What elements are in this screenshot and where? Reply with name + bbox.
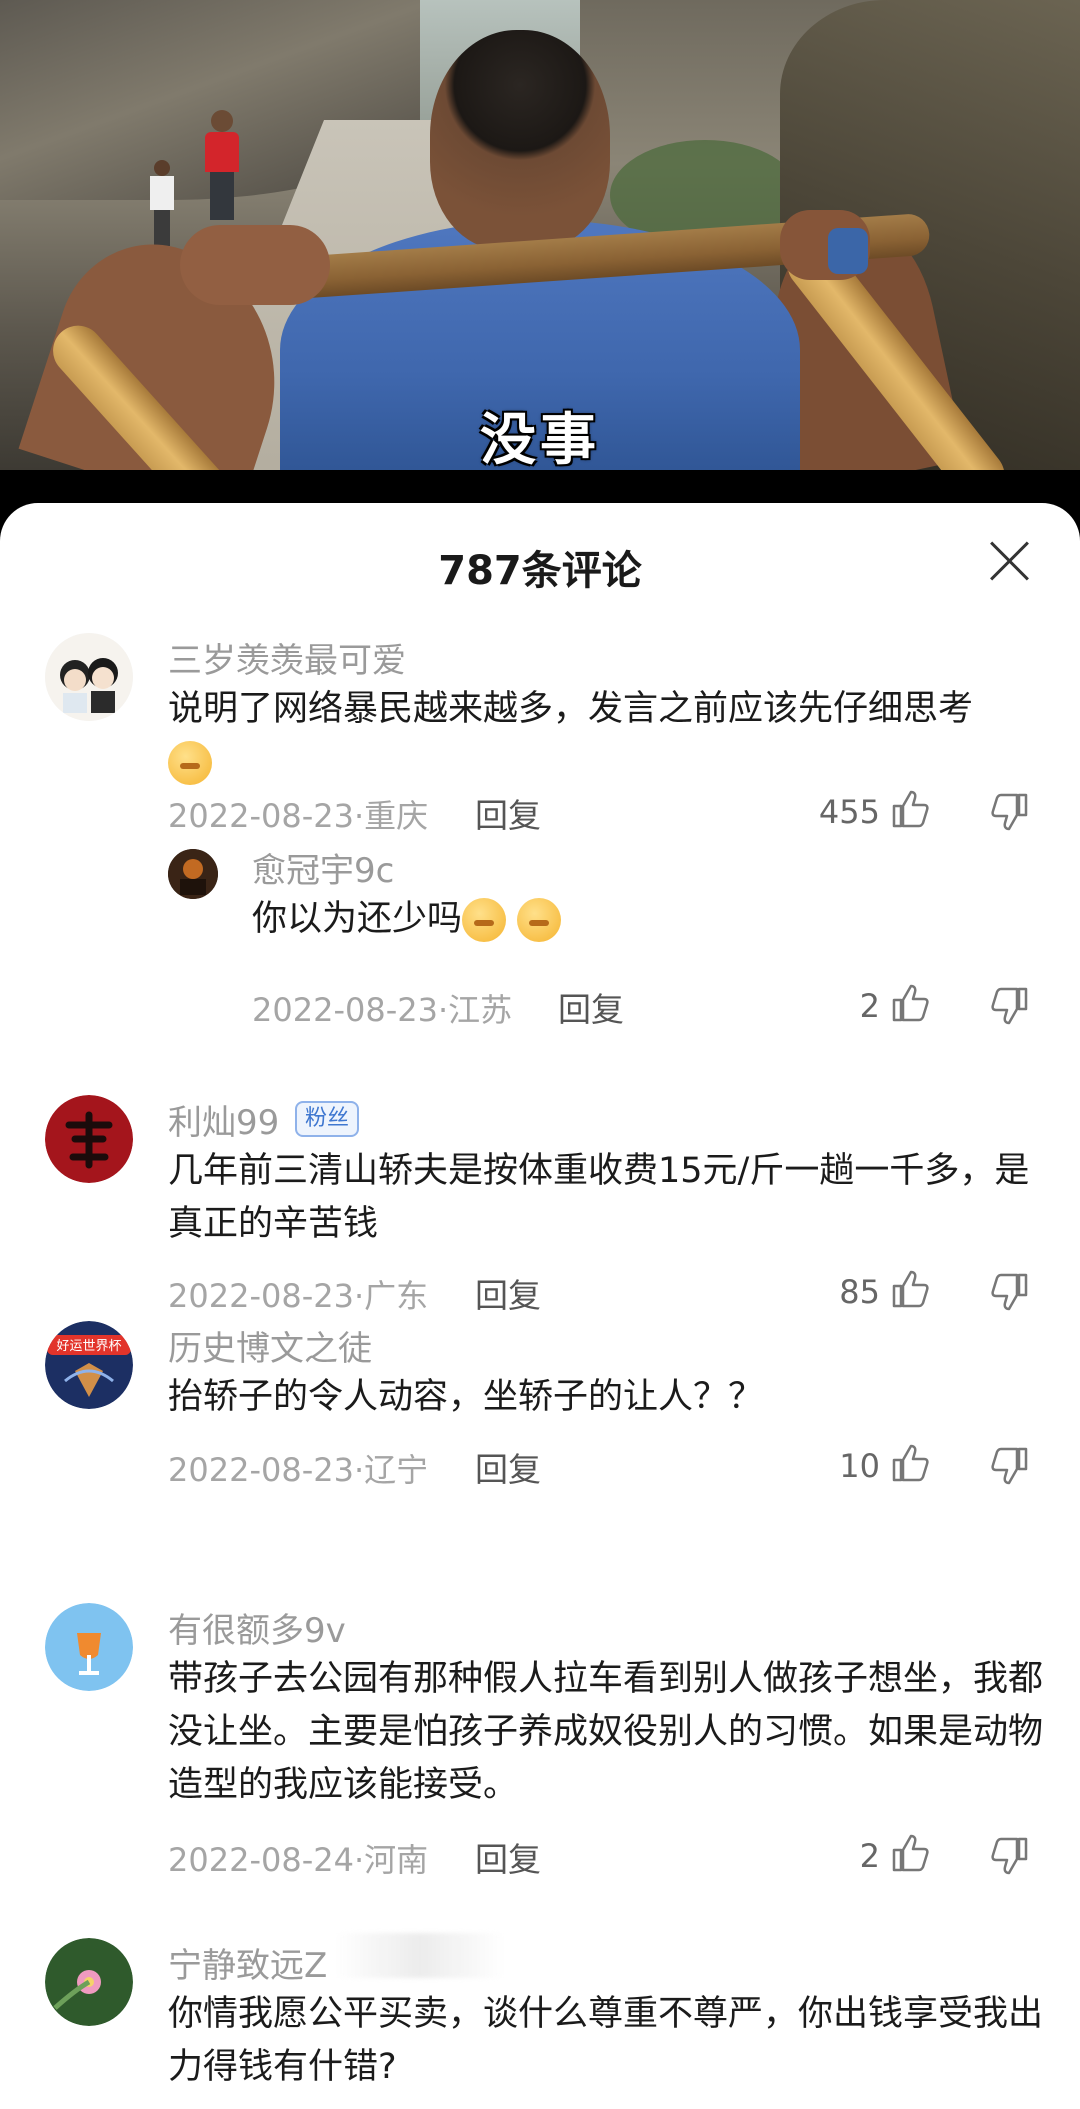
thumbs-up-icon[interactable] xyxy=(888,1268,930,1310)
reply-button[interactable]: 回复 xyxy=(475,1833,541,1881)
reply-button[interactable]: 回复 xyxy=(475,1443,541,1491)
comment-text: 说明了网络暴民越来越多，发言之前应该先仔细思考 xyxy=(168,683,1048,789)
fan-badge: 粉丝 xyxy=(295,1101,360,1137)
comment-sheet: 787条评论 三岁羡羡最可爱 说明了网络暴民越来越多，发言之前应该先仔细思考 2… xyxy=(0,503,1080,2109)
reply-button[interactable]: 回复 xyxy=(475,789,541,837)
comment-meta: 2022-08-23·广东 xyxy=(168,1277,429,1315)
tourist-child xyxy=(150,160,174,250)
avatar[interactable] xyxy=(168,849,218,899)
thumbs-down-icon[interactable] xyxy=(990,1835,1032,1877)
avatar[interactable] xyxy=(45,1938,133,2026)
close-icon[interactable] xyxy=(988,539,1032,583)
like-count: 455 xyxy=(818,793,880,831)
video-player[interactable]: 没事 xyxy=(0,0,1080,470)
thumbs-down-icon[interactable] xyxy=(990,1445,1032,1487)
comment-text: 带孩子去公园有那种假人拉车看到别人做孩子想坐，我都没让坐。主要是怕孩子养成奴役别… xyxy=(168,1659,1044,1805)
username[interactable]: 利灿99 xyxy=(168,1095,279,1144)
comment-count-title: 787条评论 xyxy=(438,548,642,594)
avatar[interactable] xyxy=(45,1095,133,1183)
comment-meta: 2022-08-23·江苏 xyxy=(252,991,513,1029)
username[interactable]: 有很额多9v xyxy=(168,1603,346,1652)
thumbs-down-icon[interactable] xyxy=(990,791,1032,833)
avatar[interactable] xyxy=(45,633,133,721)
avatar-caption: 好运世界杯 xyxy=(56,1339,121,1354)
reply-button[interactable]: 回复 xyxy=(558,983,624,1031)
like-count: 85 xyxy=(839,1273,880,1311)
comment-text-body: 你以为还少吗 xyxy=(252,899,463,939)
comment-text-body: 说明了网络暴民越来越多，发言之前应该先仔细思考 xyxy=(168,689,974,729)
scared-emoji xyxy=(462,898,507,942)
thumbs-up-icon[interactable] xyxy=(888,1832,930,1874)
like-count: 2 xyxy=(859,987,880,1025)
porter-hand-left xyxy=(180,225,330,305)
thumbs-up-icon[interactable] xyxy=(888,1442,930,1484)
comment-text: 抬轿子的令人动容，坐轿子的让人？？ xyxy=(168,1377,764,1417)
comment-meta: 2022-08-24·河南 xyxy=(168,1841,429,1879)
username[interactable]: 历史博文之徒 xyxy=(168,1321,372,1370)
thumbs-up-icon[interactable] xyxy=(888,788,930,830)
blur-overlay xyxy=(335,1933,505,1978)
comment-meta: 2022-08-23·辽宁 xyxy=(168,1451,429,1489)
porter-head xyxy=(430,30,610,250)
avatar[interactable] xyxy=(45,1603,133,1691)
sheet-header: 787条评论 xyxy=(0,503,1080,618)
username[interactable]: 三岁羡羡最可爱 xyxy=(168,633,406,682)
username[interactable]: 宁静致远Z xyxy=(168,1938,327,1987)
rope-binding xyxy=(828,228,868,274)
tourist-red xyxy=(205,110,239,220)
scared-emoji xyxy=(517,898,562,942)
like-count: 2 xyxy=(859,1837,880,1875)
reply-button[interactable]: 回复 xyxy=(475,1269,541,1317)
comment-text: 你以为还少吗 xyxy=(252,893,1032,946)
thumbs-up-icon[interactable] xyxy=(888,982,930,1024)
like-count: 10 xyxy=(839,1447,880,1485)
comment-text: 几年前三清山轿夫是按体重收费15元/斤一趟一千多，是真正的辛苦钱 xyxy=(168,1151,1030,1244)
avatar[interactable]: 好运世界杯 xyxy=(45,1321,133,1409)
comment-meta: 2022-08-23·重庆 xyxy=(168,797,429,835)
sweat-smile-emoji xyxy=(168,741,212,785)
comment-text: 你情我愿公平买卖，谈什么尊重不尊严，你出钱享受我出力得钱有什错? xyxy=(168,1994,1044,2087)
thumbs-down-icon[interactable] xyxy=(990,985,1032,1027)
thumbs-down-icon[interactable] xyxy=(990,1271,1032,1313)
username[interactable]: 愈冠宇9c xyxy=(252,843,394,892)
video-subtitle: 没事 xyxy=(480,408,600,470)
